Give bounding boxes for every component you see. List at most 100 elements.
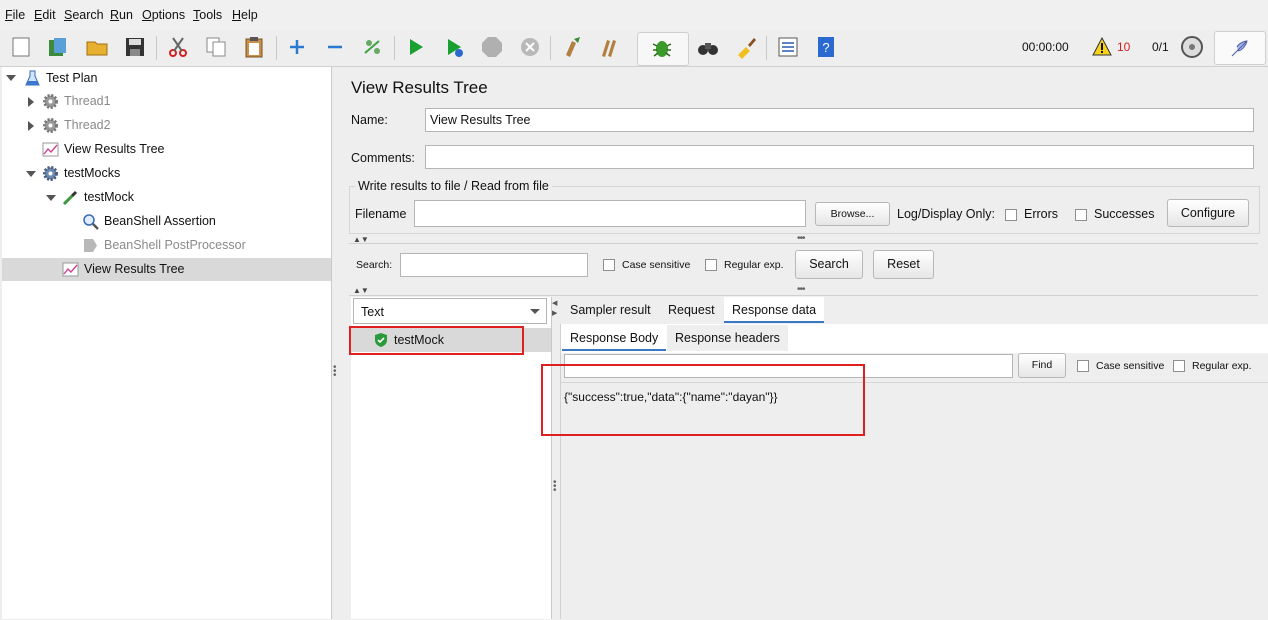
search-case-label: Case sensitive	[622, 259, 691, 271]
expand-arrow-icon[interactable]	[28, 121, 34, 131]
reset-button[interactable]: Reset	[873, 250, 934, 279]
find-regex-label: Regular exp.	[1192, 360, 1252, 372]
paste-icon[interactable]	[242, 35, 266, 59]
find-regex-checkbox[interactable]	[1173, 360, 1185, 372]
search-regex-checkbox[interactable]	[705, 259, 717, 271]
help-icon[interactable]: ?	[814, 35, 838, 59]
collapse-arrow-icon[interactable]	[46, 195, 56, 201]
log-display-label: Log/Display Only:	[897, 207, 995, 221]
errors-label: Errors	[1024, 207, 1059, 221]
search-input[interactable]	[400, 253, 588, 277]
highlight-box	[541, 364, 865, 436]
filename-label: Filename	[355, 207, 407, 221]
new-icon[interactable]	[9, 35, 33, 59]
start-icon[interactable]	[404, 35, 428, 59]
save-icon[interactable]	[123, 35, 147, 59]
start-no-pause-icon[interactable]	[442, 35, 466, 59]
flask-icon	[24, 70, 41, 87]
log-viewer-button[interactable]	[1214, 31, 1266, 65]
result-detail-pane: Sampler result Request Response data Res…	[560, 297, 1268, 620]
divider	[349, 243, 1258, 244]
svg-text:?: ?	[822, 40, 829, 55]
file-section-title: Write results to file / Read from file	[355, 179, 552, 193]
expand-icon[interactable]	[285, 35, 309, 59]
collapse-arrows-icon[interactable]: ▲▼	[353, 286, 369, 295]
pipette-sampler-icon	[62, 189, 79, 206]
toolbar: ? 00:00:00 10 0/1	[0, 30, 1268, 67]
search-tree-button[interactable]	[637, 32, 689, 66]
collapse-arrow-icon[interactable]	[26, 171, 36, 177]
split-arrows-icon[interactable]: ◀ ▶	[552, 299, 557, 319]
view-results-tree-panel: View Results Tree Name: Comments: Write …	[339, 67, 1268, 620]
divider	[349, 295, 1258, 296]
elapsed-timer: 00:00:00	[1022, 40, 1069, 54]
menu-help[interactable]: Help	[232, 8, 258, 22]
expand-arrow-icon[interactable]	[28, 97, 34, 107]
search-binoculars-icon[interactable]	[696, 35, 720, 59]
find-case-checkbox[interactable]	[1077, 360, 1089, 372]
filename-field[interactable]	[414, 200, 806, 227]
postprocessor-icon	[82, 237, 99, 254]
renderer-value: Text	[361, 305, 384, 319]
search-label: Search:	[356, 259, 393, 271]
collapse-icon[interactable]	[323, 35, 347, 59]
successes-checkbox[interactable]	[1075, 209, 1087, 221]
function-helper-icon[interactable]	[776, 35, 800, 59]
renderer-select[interactable]: Text	[353, 298, 547, 324]
reset-search-icon[interactable]	[734, 35, 758, 59]
menu-tools[interactable]: Tools	[193, 8, 222, 22]
comments-label: Comments:	[351, 151, 415, 165]
thread-group-gear-icon	[42, 93, 59, 110]
thread-group-gear-icon	[42, 165, 59, 182]
search-regex-label: Regular exp.	[724, 259, 784, 271]
find-button[interactable]: Find	[1018, 353, 1066, 378]
feather-icon	[1229, 37, 1251, 59]
active-threads: 0/1	[1152, 40, 1169, 54]
find-case-label: Case sensitive	[1096, 360, 1165, 372]
comments-field[interactable]	[425, 145, 1254, 169]
test-plan-tree: Test Plan Thread1 Thread2 View Results T…	[2, 67, 332, 619]
search-case-checkbox[interactable]	[603, 259, 615, 271]
configure-button[interactable]: Configure	[1167, 199, 1249, 227]
shutdown-icon[interactable]	[518, 35, 542, 59]
menu-search[interactable]: Search	[64, 8, 104, 22]
tab-response-headers[interactable]: Response headers	[667, 325, 788, 351]
chart-listener-icon	[42, 141, 59, 158]
menu-options[interactable]: Options	[142, 8, 185, 22]
magnifier-icon	[82, 213, 99, 230]
warning-count: 10	[1117, 40, 1131, 54]
tab-sampler-result[interactable]: Sampler result	[562, 297, 659, 323]
collapse-arrow-icon[interactable]	[6, 75, 16, 81]
bug-icon	[650, 36, 674, 60]
split-handle-icon[interactable]: •••	[553, 478, 559, 496]
toggle-icon[interactable]	[361, 35, 385, 59]
browse-button[interactable]: Browse...	[815, 202, 890, 226]
highlight-box	[349, 326, 524, 355]
page-title: View Results Tree	[351, 78, 488, 97]
chevron-down-icon	[530, 309, 540, 314]
remote-status-icon	[1180, 35, 1204, 59]
thread-group-gear-icon	[42, 117, 59, 134]
errors-checkbox[interactable]	[1005, 209, 1017, 221]
open-icon[interactable]	[85, 35, 109, 59]
menu-bar: File Edit Search Run Options Tools Help	[0, 0, 1268, 30]
clear-icon[interactable]	[560, 35, 584, 59]
templates-icon[interactable]	[46, 35, 70, 59]
warning-icon[interactable]	[1092, 36, 1112, 57]
clear-all-icon[interactable]	[598, 35, 622, 59]
name-label: Name:	[351, 113, 388, 127]
tab-response-data[interactable]: Response data	[724, 297, 825, 323]
tab-request[interactable]: Request	[660, 297, 723, 323]
menu-file[interactable]: File	[5, 8, 25, 22]
menu-run[interactable]: Run	[110, 8, 133, 22]
search-button[interactable]: Search	[795, 250, 863, 279]
name-field[interactable]	[425, 108, 1254, 132]
successes-label: Successes	[1094, 207, 1155, 221]
chart-listener-icon	[62, 261, 79, 278]
cut-icon[interactable]	[166, 35, 190, 59]
tab-response-body[interactable]: Response Body	[562, 325, 667, 351]
menu-edit[interactable]: Edit	[34, 8, 56, 22]
copy-icon[interactable]	[204, 35, 228, 59]
stop-icon[interactable]	[480, 35, 504, 59]
split-handle-icon[interactable]: •••	[797, 284, 805, 295]
